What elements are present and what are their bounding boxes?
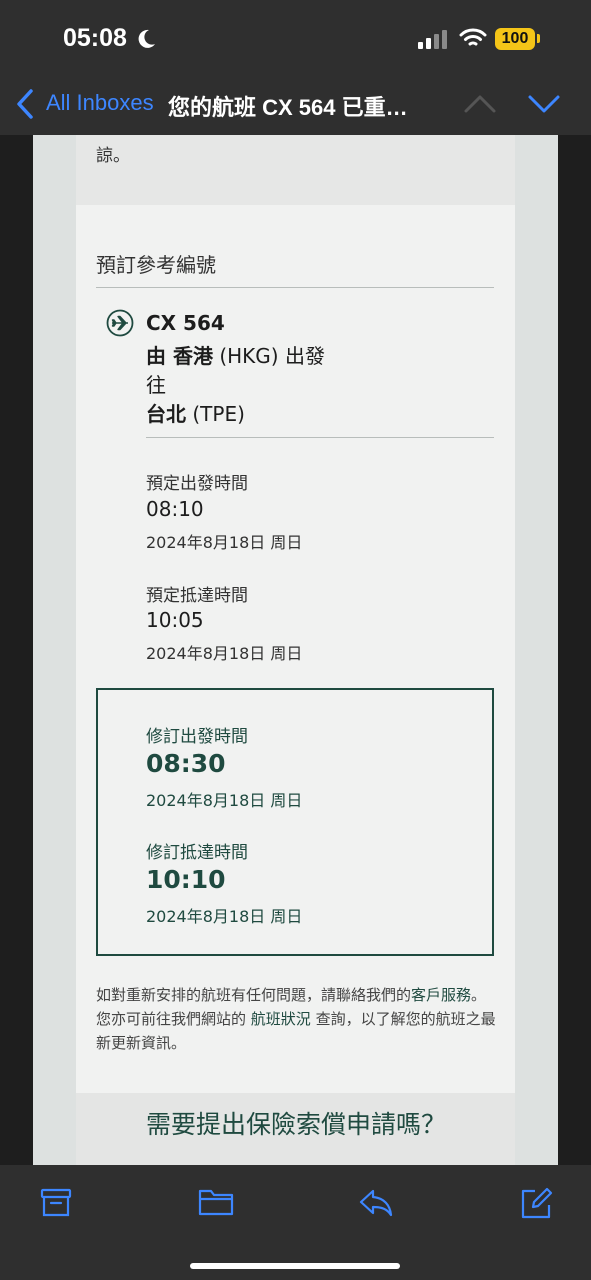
back-button[interactable]: All Inboxes xyxy=(46,90,154,116)
top-bar: 05:08 100 All Inboxes 您的航班 CX 564 已重… xyxy=(0,0,591,135)
cellular-signal-icon xyxy=(418,30,447,49)
revised-times-box: 修訂出發時間 08:30 2024年8月18日 周日 修訂抵達時間 10:10 … xyxy=(96,688,494,956)
previous-section: 諒。 xyxy=(76,135,515,205)
flight-card: 預訂參考編號 CX 564 由 香港 (HKG) 出發 往 台北 (TPE) 預… xyxy=(76,205,515,1093)
origin: 由 香港 (HKG) 出發 xyxy=(146,340,325,369)
previous-text: 諒。 xyxy=(96,146,130,166)
flight-status-link[interactable]: 航班狀況 xyxy=(251,1010,311,1028)
booking-reference-label: 預訂參考編號 xyxy=(96,253,216,277)
battery-indicator: 100 xyxy=(495,28,535,50)
scheduled-departure-label: 預定出發時間 xyxy=(146,474,248,494)
customer-service-link[interactable]: 客戶服務 xyxy=(411,986,471,1004)
airplane-icon xyxy=(106,309,134,337)
scheduled-arrival-time: 10:05 xyxy=(146,608,204,632)
status-time: 05:08 xyxy=(63,24,127,52)
scheduled-departure-time: 08:10 xyxy=(146,497,204,521)
revised-departure-date: 2024年8月18日 周日 xyxy=(146,791,303,810)
scheduled-arrival-date: 2024年8月18日 周日 xyxy=(146,644,303,663)
battery-tip xyxy=(537,34,540,43)
revised-arrival-label: 修訂抵達時間 xyxy=(146,843,248,863)
revised-arrival-date: 2024年8月18日 周日 xyxy=(146,907,303,926)
insurance-claim-heading: 需要提出保險索償申請嗎？ xyxy=(146,1110,447,1139)
home-indicator[interactable] xyxy=(190,1263,400,1269)
footnote: 如對重新安排的航班有任何問題，請聯絡我們的客戶服務。您亦可前往我們網站的 航班狀… xyxy=(96,983,496,1055)
next-message-icon[interactable] xyxy=(527,94,561,114)
destination: 台北 (TPE) xyxy=(146,398,245,427)
insurance-claim-section: 需要提出保險索償申請嗎？ xyxy=(76,1093,515,1165)
footnote-text-1: 如對重新安排的航班有任何問題，請聯絡我們的 xyxy=(96,986,412,1004)
moon-icon xyxy=(138,29,155,48)
origin-city: 由 香港 xyxy=(146,344,213,368)
divider xyxy=(96,287,494,288)
folder-icon[interactable] xyxy=(198,1187,234,1217)
back-chevron-icon[interactable] xyxy=(14,88,36,120)
to-word: 往 xyxy=(146,373,166,397)
revised-departure-time: 08:30 xyxy=(146,749,226,778)
divider xyxy=(146,437,494,438)
scheduled-departure-date: 2024年8月18日 周日 xyxy=(146,533,303,552)
destination-city: 台北 xyxy=(146,402,186,426)
wifi-icon xyxy=(459,28,487,46)
scheduled-arrival-label: 預定抵達時間 xyxy=(146,586,248,606)
email-subject-title: 您的航班 CX 564 已重… xyxy=(168,95,408,120)
destination-code: (TPE) xyxy=(192,402,245,426)
compose-icon[interactable] xyxy=(519,1187,553,1221)
revised-departure-label: 修訂出發時間 xyxy=(146,727,248,747)
origin-code: (HKG) 出發 xyxy=(219,344,325,368)
archive-icon[interactable] xyxy=(40,1187,72,1219)
flight-number: CX 564 xyxy=(146,311,225,335)
previous-message-icon[interactable] xyxy=(463,94,497,114)
email-body: 諒。 預訂參考編號 CX 564 由 香港 (HKG) 出發 往 台北 (TPE… xyxy=(33,135,558,1165)
revised-arrival-time: 10:10 xyxy=(146,865,226,894)
reply-icon[interactable] xyxy=(358,1187,394,1217)
